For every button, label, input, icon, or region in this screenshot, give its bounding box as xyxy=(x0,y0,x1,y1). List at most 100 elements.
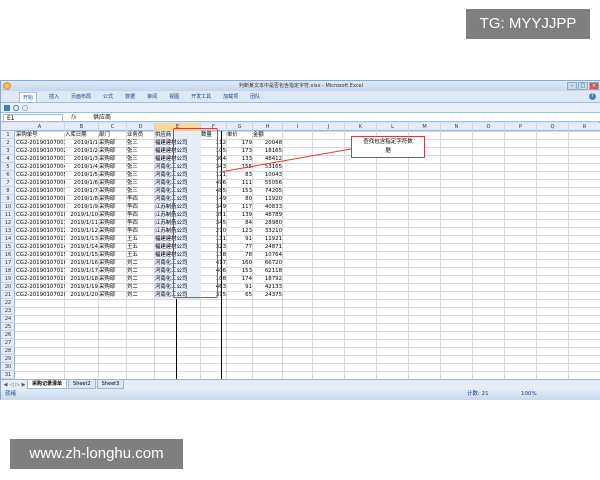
table-cell[interactable]: 2019/1/1 xyxy=(65,139,99,147)
table-cell[interactable]: 李四 xyxy=(127,195,155,203)
table-cell[interactable]: 采购部 xyxy=(99,219,127,227)
row-header[interactable]: 18 xyxy=(1,267,15,275)
maximize-icon[interactable]: □ xyxy=(578,82,588,90)
table-cell[interactable]: 采购部 xyxy=(99,251,127,259)
table-cell[interactable]: CG2-20190107016 xyxy=(15,259,65,267)
table-cell[interactable]: 2019/1/13 xyxy=(65,235,99,243)
table-cell[interactable]: 张三 xyxy=(127,155,155,163)
column-header[interactable]: I xyxy=(283,123,313,131)
row-header[interactable]: 28 xyxy=(1,347,15,355)
close-icon[interactable]: × xyxy=(589,82,599,90)
table-cell[interactable]: 42133 xyxy=(253,283,283,291)
table-cell[interactable]: CG2-20190107003 xyxy=(15,155,65,163)
table-cell[interactable]: 153 xyxy=(227,187,253,195)
row-header[interactable]: 24 xyxy=(1,315,15,323)
table-cell[interactable]: 139 xyxy=(227,211,253,219)
column-header[interactable]: N xyxy=(441,123,473,131)
column-header[interactable]: R xyxy=(569,123,600,131)
table-cell[interactable]: 2019/1/2 xyxy=(65,147,99,155)
table-cell[interactable]: CG2-20190107017 xyxy=(15,267,65,275)
table-cell[interactable]: 62118 xyxy=(253,267,283,275)
save-icon[interactable] xyxy=(4,104,10,111)
table-cell[interactable]: 2019/1/18 xyxy=(65,275,99,283)
table-cell[interactable]: CG2-20190107018 xyxy=(15,275,65,283)
row-header[interactable]: 6 xyxy=(1,171,15,179)
column-header[interactable]: A xyxy=(15,123,65,131)
table-cell[interactable]: 160 xyxy=(227,259,253,267)
table-cell[interactable]: CG2-20190107004 xyxy=(15,163,65,171)
ribbon-tab[interactable]: 视图 xyxy=(169,93,179,100)
table-cell[interactable]: 王五 xyxy=(127,235,155,243)
table-cell[interactable]: 李四 xyxy=(127,211,155,219)
column-header[interactable]: K xyxy=(345,123,377,131)
table-cell[interactable]: 18165 xyxy=(253,147,283,155)
table-cell[interactable]: 采购部 xyxy=(99,283,127,291)
column-header[interactable]: H xyxy=(253,123,283,131)
ribbon-tab[interactable]: 团队 xyxy=(250,93,260,100)
sheet-tab[interactable]: 采购记录清单 xyxy=(27,380,68,389)
column-header[interactable]: C xyxy=(99,123,127,131)
table-cell[interactable]: 采购部 xyxy=(99,187,127,195)
row-header[interactable]: 21 xyxy=(1,291,15,299)
table-cell[interactable]: 2019/1/7 xyxy=(65,187,99,195)
table-cell[interactable]: 65 xyxy=(227,291,253,299)
table-cell[interactable]: 刘二 xyxy=(127,275,155,283)
row-header[interactable]: 5 xyxy=(1,163,15,171)
zoom-level[interactable]: 100% xyxy=(521,389,537,400)
table-cell[interactable]: 采购部 xyxy=(99,235,127,243)
table-cell[interactable]: 采购部 xyxy=(99,171,127,179)
table-cell[interactable]: CG2-20190107019 xyxy=(15,283,65,291)
table-cell[interactable]: 28980 xyxy=(253,219,283,227)
table-cell[interactable]: 2019/1/9 xyxy=(65,203,99,211)
table-cell[interactable]: 153 xyxy=(227,267,253,275)
ribbon-tab[interactable]: 审阅 xyxy=(147,93,157,100)
table-cell[interactable]: 174 xyxy=(227,275,253,283)
table-cell[interactable]: 33210 xyxy=(253,227,283,235)
row-header[interactable]: 2 xyxy=(1,139,15,147)
table-cell[interactable]: 123 xyxy=(227,227,253,235)
table-cell[interactable]: 采购部 xyxy=(99,147,127,155)
table-cell[interactable]: 张三 xyxy=(127,171,155,179)
prev-sheet-icon[interactable]: ◁ xyxy=(9,382,14,388)
column-header[interactable]: B xyxy=(65,123,99,131)
row-header[interactable]: 13 xyxy=(1,227,15,235)
table-cell[interactable]: 2019/1/12 xyxy=(65,227,99,235)
ribbon-tab[interactable]: 开发工具 xyxy=(191,93,211,100)
row-header[interactable]: 31 xyxy=(1,371,15,379)
header-cell[interactable]: 部门 xyxy=(99,131,127,139)
column-header[interactable]: Q xyxy=(537,123,569,131)
row-header[interactable]: 30 xyxy=(1,363,15,371)
table-cell[interactable]: 采购部 xyxy=(99,203,127,211)
row-header[interactable]: 11 xyxy=(1,211,15,219)
table-cell[interactable]: 84 xyxy=(227,219,253,227)
name-box[interactable]: E1 xyxy=(3,114,63,122)
column-header[interactable]: G xyxy=(227,123,253,131)
table-cell[interactable]: CG2-20190107007 xyxy=(15,187,65,195)
row-header[interactable]: 1 xyxy=(1,131,15,139)
header-cell[interactable]: 入库日期 xyxy=(65,131,99,139)
ribbon-tab[interactable]: 页面布局 xyxy=(71,93,91,100)
table-cell[interactable]: 10043 xyxy=(253,171,283,179)
table-cell[interactable]: 83 xyxy=(227,171,253,179)
table-cell[interactable]: CG2-20190107008 xyxy=(15,195,65,203)
table-cell[interactable]: 采购部 xyxy=(99,211,127,219)
row-header[interactable]: 7 xyxy=(1,179,15,187)
minimize-icon[interactable]: – xyxy=(567,82,577,90)
table-cell[interactable]: 采购部 xyxy=(99,243,127,251)
column-header[interactable]: O xyxy=(473,123,505,131)
row-header[interactable]: 4 xyxy=(1,155,15,163)
header-cell[interactable]: 单价 xyxy=(227,131,253,139)
formula-content[interactable]: 供应商 xyxy=(93,114,111,122)
table-cell[interactable]: 155 xyxy=(227,163,253,171)
table-cell[interactable]: 2019/1/20 xyxy=(65,291,99,299)
worksheet-grid[interactable]: ABCDEFGHIJKLMNOPQR 1 2 3 4 5 6 7 8 9 10 11 12 13 14 15… xyxy=(1,123,600,389)
table-cell[interactable]: CG2-20190107014 xyxy=(15,243,65,251)
row-header[interactable]: 10 xyxy=(1,203,15,211)
table-cell[interactable]: 采购部 xyxy=(99,195,127,203)
table-cell[interactable]: 18792 xyxy=(253,275,283,283)
table-cell[interactable]: 24375 xyxy=(253,291,283,299)
column-header[interactable]: D xyxy=(127,123,155,131)
row-header[interactable]: 27 xyxy=(1,339,15,347)
table-cell[interactable]: 张三 xyxy=(127,139,155,147)
table-cell[interactable]: 2019/1/15 xyxy=(65,251,99,259)
